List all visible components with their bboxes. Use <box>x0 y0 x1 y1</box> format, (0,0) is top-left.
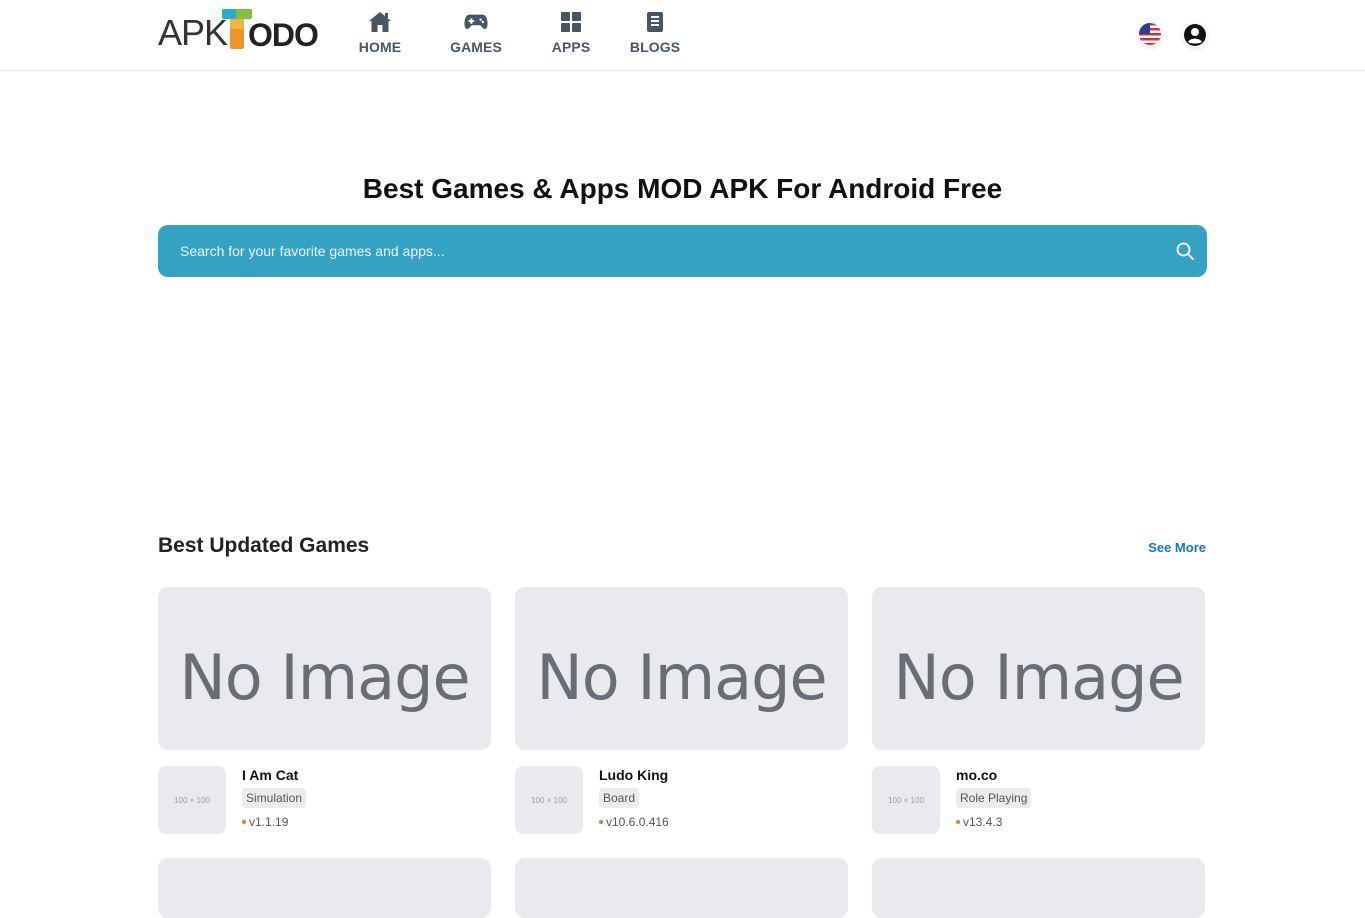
cover-placeholder-text: No Image <box>893 641 1184 714</box>
search-icon[interactable] <box>1175 241 1195 261</box>
game-cover-image[interactable] <box>515 858 848 918</box>
nav-apps-label: APPS <box>551 39 591 55</box>
game-card-partial[interactable] <box>515 858 848 918</box>
thumb-placeholder-text: 100 × 100 <box>531 795 567 805</box>
game-name[interactable]: I Am Cat <box>242 767 298 783</box>
logo-text-odo: ODO <box>248 17 319 53</box>
section-title: Best Updated Games <box>158 534 370 557</box>
search-bar <box>158 225 1207 277</box>
game-version: v10.6.0.416 <box>599 815 669 829</box>
game-version-text: v10.6.0.416 <box>606 815 669 829</box>
apps-grid-icon <box>559 10 583 34</box>
game-cover-image[interactable] <box>158 858 491 918</box>
nav-home-label: HOME <box>358 39 402 55</box>
us-flag-icon[interactable] <box>1139 23 1161 45</box>
game-icon-image[interactable]: 100 × 100 <box>158 766 226 834</box>
cover-placeholder-text: No Image <box>536 641 827 714</box>
nav-games-label: GAMES <box>450 39 502 55</box>
thumb-placeholder-text: 100 × 100 <box>174 795 210 805</box>
nav-blogs[interactable]: BLOGS <box>630 10 680 60</box>
logo-text-apk: APK <box>158 12 228 53</box>
gamepad-icon <box>464 10 488 34</box>
game-icon-image[interactable]: 100 × 100 <box>515 766 583 834</box>
game-category-badge: Simulation <box>242 788 307 808</box>
game-icon-image[interactable]: 100 × 100 <box>872 766 940 834</box>
game-cover-image[interactable] <box>872 858 1205 918</box>
game-cover-image[interactable]: No Image <box>872 587 1205 750</box>
game-cover-image[interactable]: No Image <box>515 587 848 750</box>
game-name[interactable]: mo.co <box>956 767 997 783</box>
game-category-badge: Role Playing <box>956 788 1032 808</box>
game-version-text: v13.4.3 <box>963 815 1003 829</box>
game-card[interactable]: No Image 100 × 100 Ludo King Board v10.6… <box>515 587 848 837</box>
game-card[interactable]: No Image 100 × 100 mo.co Role Playing v1… <box>872 587 1205 837</box>
nav-blogs-label: BLOGS <box>629 39 681 55</box>
thumb-placeholder-text: 100 × 100 <box>888 795 924 805</box>
blog-icon <box>643 10 667 34</box>
search-input[interactable] <box>180 225 1140 277</box>
game-card[interactable]: No Image 100 × 100 I Am Cat Simulation v… <box>158 587 491 837</box>
user-circle-icon[interactable] <box>1183 23 1207 47</box>
version-dot-icon <box>242 819 246 824</box>
home-icon <box>368 10 392 34</box>
game-cover-image[interactable]: No Image <box>158 587 491 750</box>
nav-home[interactable]: HOME <box>358 10 402 60</box>
game-card-partial[interactable] <box>158 858 491 918</box>
site-logo[interactable]: APK ODO <box>158 9 319 53</box>
cover-placeholder-text: No Image <box>179 641 470 714</box>
nav-apps[interactable]: APPS <box>550 10 592 60</box>
game-name[interactable]: Ludo King <box>599 767 668 783</box>
game-version-text: v1.1.19 <box>249 815 289 829</box>
see-more-link[interactable]: See More <box>1148 540 1206 555</box>
version-dot-icon <box>956 819 960 824</box>
hero-title: Best Games & Apps MOD APK For Android Fr… <box>362 173 1003 204</box>
game-category-badge: Board <box>599 788 640 808</box>
nav-games[interactable]: GAMES <box>450 10 502 60</box>
site-header: APK ODO HOME GAMES APPS BLOGS <box>0 0 1365 71</box>
game-version: v13.4.3 <box>956 815 1002 829</box>
game-version: v1.1.19 <box>242 815 288 829</box>
version-dot-icon <box>599 819 603 824</box>
game-card-partial[interactable] <box>872 858 1205 918</box>
